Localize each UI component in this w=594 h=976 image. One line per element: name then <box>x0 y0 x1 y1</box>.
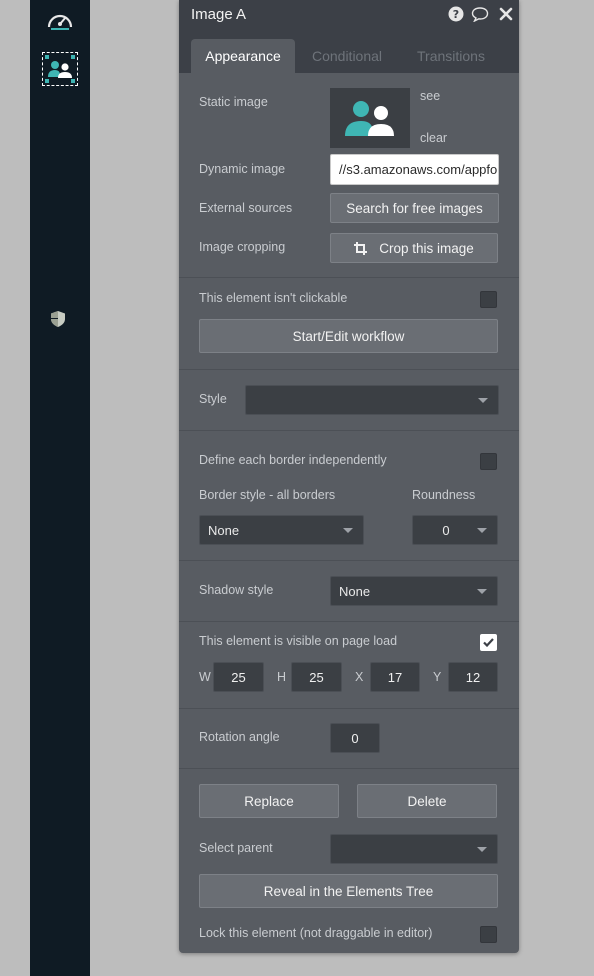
image-cropping-label: Image cropping <box>199 240 286 254</box>
roundness-stepper[interactable]: 0 <box>412 515 498 545</box>
visible-on-load-checkbox[interactable] <box>480 634 497 651</box>
image-element-icon[interactable] <box>42 52 78 86</box>
dynamic-image-input[interactable]: //s3.amazonaws.com/appforest_uf <box>330 154 499 185</box>
clickable-label: This element isn't clickable <box>199 291 348 305</box>
shield-icon[interactable] <box>48 309 68 329</box>
chevron-down-icon <box>477 528 487 533</box>
border-style-dropdown[interactable]: None <box>199 515 364 545</box>
visible-on-load-label: This element is visible on page load <box>199 634 398 648</box>
reveal-elements-tree-button[interactable]: Reveal in the Elements Tree <box>199 874 498 908</box>
crop-image-button[interactable]: Crop this image <box>330 233 498 263</box>
panel-titlebar[interactable]: Image A ? <box>179 0 519 30</box>
roundness-label: Roundness <box>412 488 476 502</box>
section-divider <box>179 768 519 769</box>
property-editor-panel: Image A ? Appearance Conditional Transit… <box>179 0 519 953</box>
left-sidebar <box>30 0 90 976</box>
border-independent-checkbox[interactable] <box>480 453 497 470</box>
section-divider <box>179 277 519 278</box>
width-input[interactable]: 25 <box>213 662 264 692</box>
panel-title: Image A <box>191 6 247 23</box>
x-position-label: X <box>355 670 364 684</box>
chevron-down-icon <box>477 847 487 852</box>
static-image-label: Static image <box>199 95 268 109</box>
height-input[interactable]: 25 <box>291 662 342 692</box>
border-independent-label: Define each border independently <box>199 453 387 467</box>
static-image-preview[interactable] <box>330 88 410 148</box>
tab-transitions[interactable]: Transitions <box>405 39 497 73</box>
tab-appearance[interactable]: Appearance <box>191 39 295 73</box>
section-divider <box>179 369 519 370</box>
panel-tabs: Appearance Conditional Transitions <box>179 30 519 73</box>
start-edit-workflow-button[interactable]: Start/Edit workflow <box>199 319 498 353</box>
chevron-down-icon <box>477 589 487 594</box>
see-image-link[interactable]: see <box>420 89 440 103</box>
crop-icon <box>354 241 368 255</box>
svg-text:?: ? <box>453 8 459 21</box>
not-clickable-checkbox[interactable] <box>480 291 497 308</box>
section-divider <box>179 621 519 622</box>
search-free-images-button[interactable]: Search for free images <box>330 193 499 223</box>
style-label: Style <box>199 392 227 406</box>
chevron-down-icon <box>343 528 353 533</box>
lock-element-label: Lock this element (not draggable in edit… <box>199 926 433 940</box>
rotation-angle-label: Rotation angle <box>199 730 280 744</box>
close-icon[interactable] <box>497 5 515 23</box>
lock-element-checkbox[interactable] <box>480 926 497 943</box>
y-position-label: Y <box>433 670 442 684</box>
select-parent-dropdown[interactable] <box>330 834 498 864</box>
tab-conditional[interactable]: Conditional <box>301 39 393 73</box>
style-dropdown[interactable] <box>245 385 499 415</box>
replace-button[interactable]: Replace <box>199 784 339 818</box>
select-parent-label: Select parent <box>199 841 273 855</box>
speedometer-icon[interactable] <box>44 8 76 32</box>
shadow-style-dropdown[interactable]: None <box>330 576 498 606</box>
shadow-style-label: Shadow style <box>199 583 274 597</box>
clear-image-link[interactable]: clear <box>420 131 447 145</box>
crop-image-button-label: Crop this image <box>379 240 474 256</box>
y-position-input[interactable]: 12 <box>448 662 498 692</box>
border-style-label: Border style - all borders <box>199 488 336 502</box>
rotation-angle-input[interactable]: 0 <box>330 723 380 753</box>
dynamic-image-label: Dynamic image <box>199 162 286 176</box>
section-divider <box>179 708 519 709</box>
comment-icon[interactable] <box>471 5 489 23</box>
checkmark-icon <box>483 638 494 647</box>
x-position-input[interactable]: 17 <box>370 662 420 692</box>
people-icon <box>345 101 394 136</box>
chevron-down-icon <box>478 398 488 403</box>
height-label: H <box>277 670 287 684</box>
section-divider <box>179 430 519 431</box>
help-icon[interactable]: ? <box>447 5 465 23</box>
external-sources-label: External sources <box>199 201 293 215</box>
width-label: W <box>199 670 211 684</box>
section-divider <box>179 560 519 561</box>
delete-button[interactable]: Delete <box>357 784 497 818</box>
